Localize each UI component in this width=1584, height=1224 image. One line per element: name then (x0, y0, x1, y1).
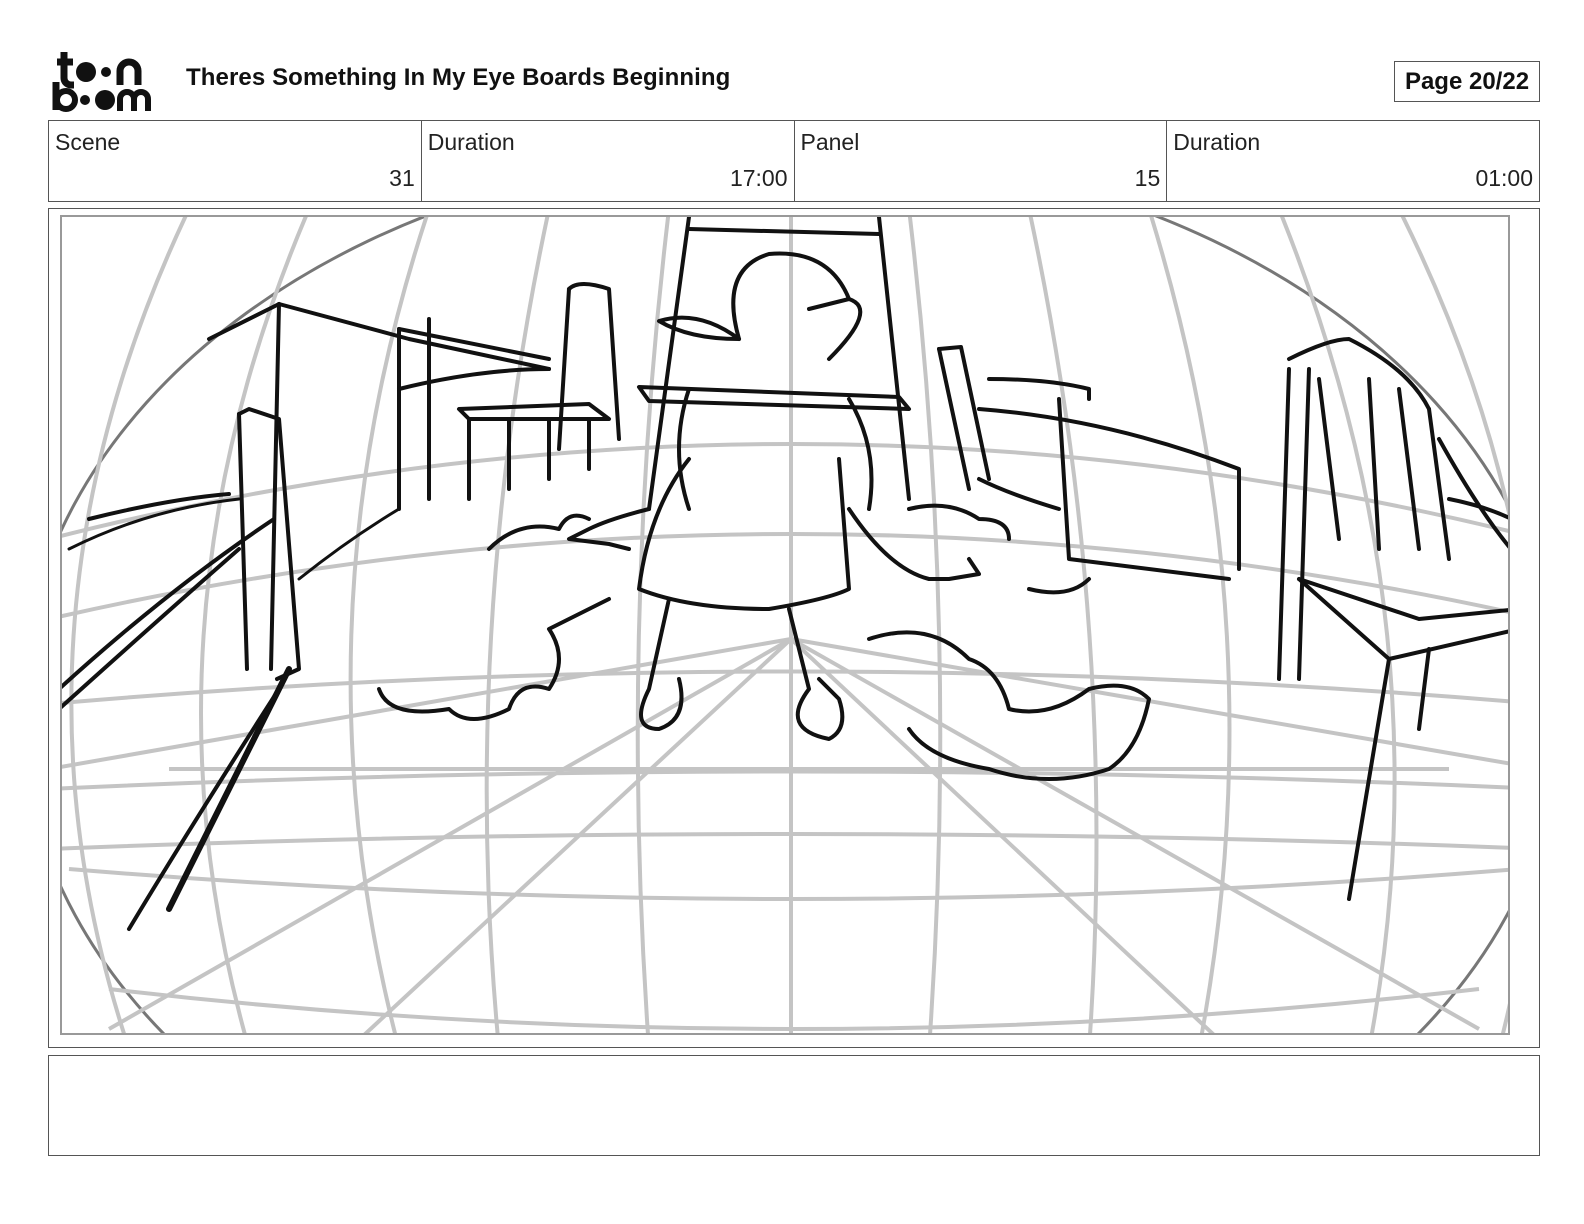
scene-duration-label: Duration (427, 129, 515, 155)
panel-duration-value: 01:00 (1475, 165, 1533, 191)
panel-notes (48, 1055, 1540, 1156)
document-title: Theres Something In My Eye Boards Beginn… (186, 64, 731, 91)
scene-duration-cell: Duration 17:00 (422, 121, 795, 201)
panel-label: Panel (800, 129, 860, 155)
panel-number: 15 (1134, 165, 1161, 191)
panel-cell: Panel 15 (795, 121, 1168, 201)
panel-duration-cell: Duration 01:00 (1167, 121, 1539, 201)
panel-duration-label: Duration (1173, 129, 1261, 155)
storyboard-panel (48, 208, 1540, 1048)
panel-info-table: Scene 31 Duration 17:00 Panel 15 Duratio… (48, 120, 1540, 202)
scene-label: Scene (55, 129, 121, 155)
panel-sketch (60, 215, 1510, 1035)
toon-boom-logo (50, 50, 165, 112)
scene-number: 31 (389, 165, 415, 191)
scene-cell: Scene 31 (49, 121, 422, 201)
page-indicator: Page 20/22 (1394, 61, 1540, 102)
scene-duration-value: 17:00 (729, 165, 788, 191)
